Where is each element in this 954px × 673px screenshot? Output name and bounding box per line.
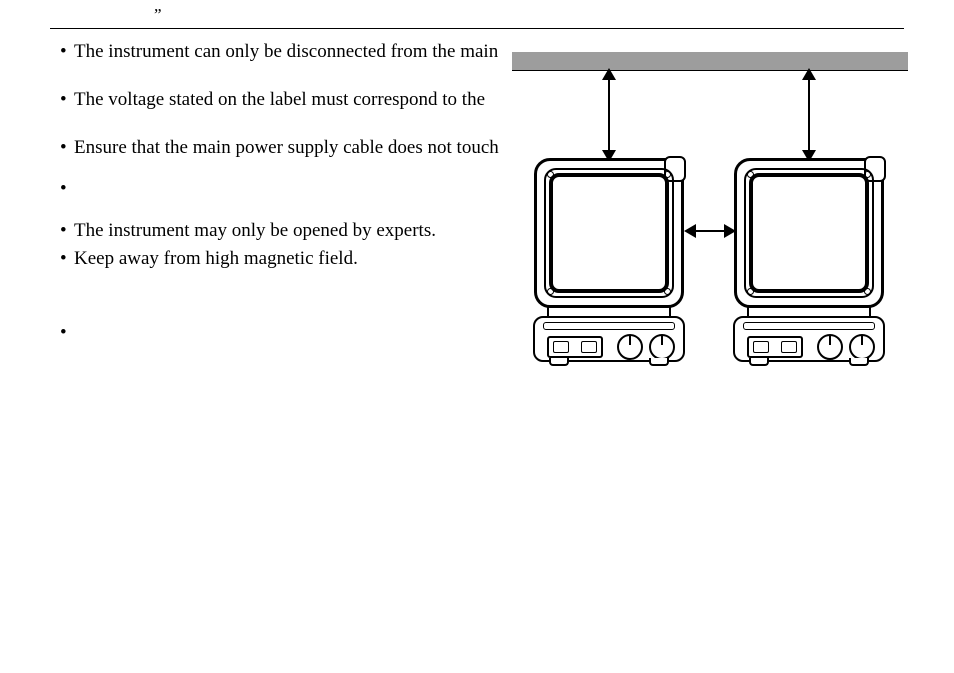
bullet-icon: • <box>60 136 74 160</box>
device-plate-inner <box>749 173 869 293</box>
list-item-text: The voltage stated on the label must cor… <box>74 88 502 112</box>
stray-quote-mark: ” <box>154 6 162 23</box>
vertical-clearance-arrow-left <box>608 76 610 154</box>
device-display-icon <box>547 336 603 358</box>
bullet-icon: • <box>60 177 74 201</box>
screw-icon <box>864 171 871 178</box>
horizontal-rule <box>50 28 904 29</box>
list-item: • Ensure that the main power supply cabl… <box>60 136 502 160</box>
screw-icon <box>747 171 754 178</box>
list-item-text: The instrument may only be opened by exp… <box>74 219 502 243</box>
device-control-panel <box>733 316 885 362</box>
page: ” • The instrument can only be disconnec… <box>0 0 954 673</box>
overhead-surface-edge <box>512 70 908 71</box>
list-item-text: Ensure that the main power supply cable … <box>74 136 502 160</box>
screw-icon <box>664 288 671 295</box>
device-foot-icon <box>849 358 869 366</box>
screw-icon <box>547 288 554 295</box>
list-item-text: The instrument can only be disconnected … <box>74 40 502 64</box>
list-item-text: Keep away from high magnetic field. <box>74 247 502 271</box>
device-top-plate <box>534 158 684 308</box>
device-control-panel <box>533 316 685 362</box>
device-foot-icon <box>649 358 669 366</box>
list-item: • The instrument may only be opened by e… <box>60 219 502 243</box>
spacing-diagram <box>512 52 908 372</box>
screw-icon <box>747 288 754 295</box>
list-item: • The voltage stated on the label must c… <box>60 88 502 112</box>
list-item-text <box>74 321 502 345</box>
list-item: • <box>60 321 502 345</box>
device-knob-icon <box>817 334 843 360</box>
bullet-icon: • <box>60 321 74 345</box>
list-item: • Keep away from high magnetic field. <box>60 247 502 271</box>
device-knob-icon <box>649 334 675 360</box>
device-top-plate <box>734 158 884 308</box>
device-knob-icon <box>617 334 643 360</box>
device-left <box>534 158 684 362</box>
bullet-icon: • <box>60 88 74 112</box>
bullet-icon: • <box>60 247 74 271</box>
list-item: • The instrument can only be disconnecte… <box>60 40 502 64</box>
device-foot-icon <box>549 358 569 366</box>
bullet-icon: • <box>60 40 74 64</box>
bullet-icon: • <box>60 219 74 243</box>
screw-icon <box>547 171 554 178</box>
screw-icon <box>664 171 671 178</box>
device-knob-icon <box>849 334 875 360</box>
screw-icon <box>864 288 871 295</box>
vertical-clearance-arrow-right <box>808 76 810 154</box>
device-plate-inner <box>549 173 669 293</box>
device-display-icon <box>747 336 803 358</box>
list-item: • <box>60 177 502 201</box>
device-foot-icon <box>749 358 769 366</box>
horizontal-clearance-arrow <box>692 230 728 232</box>
instruction-list: • The instrument can only be disconnecte… <box>60 40 502 360</box>
list-item-text <box>74 177 502 201</box>
device-right <box>734 158 884 362</box>
overhead-surface <box>512 52 908 70</box>
